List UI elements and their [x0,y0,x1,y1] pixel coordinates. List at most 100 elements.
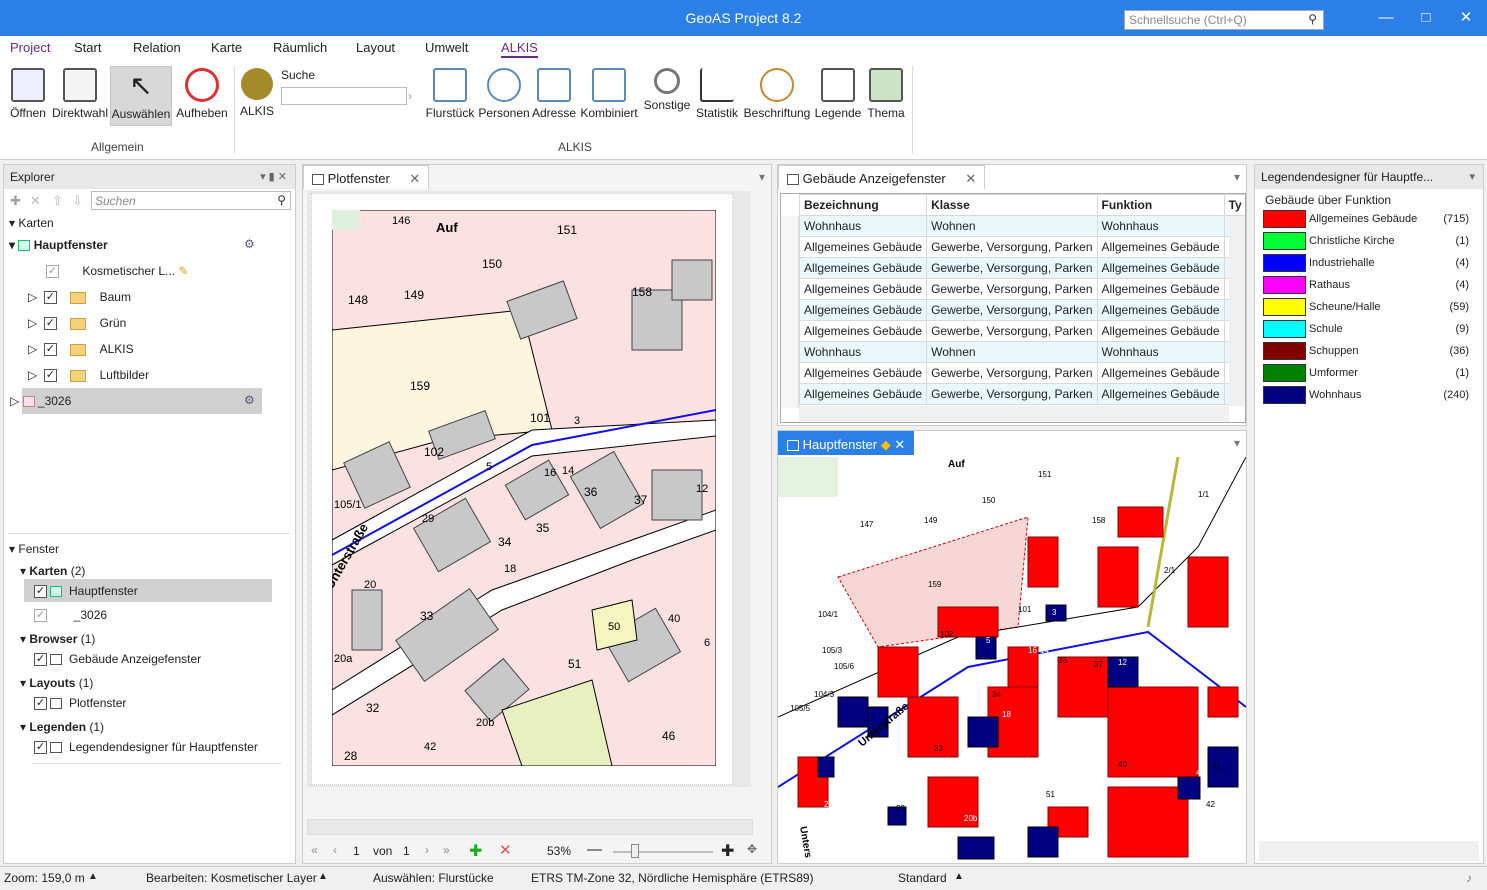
tab-gebaeude-anzeigefenster[interactable]: Gebäude Anzeigefenster ✕ [778,165,986,189]
group-layouts[interactable]: ▾ Layouts (1) [20,673,93,693]
plot-canvas[interactable]: 146 151 150 149 148 158 159 101 3 102 5 … [307,191,751,787]
status-mode[interactable]: Standard [898,871,947,885]
zoom-slider[interactable] [613,851,713,853]
statistik-button[interactable]: Statistik [694,66,740,126]
layer-checkbox[interactable]: ✓ [43,317,57,331]
legend-item[interactable]: Rathaus (4) [1263,275,1469,295]
map-settings-icon[interactable]: ⚙ [244,393,255,407]
table-cell[interactable]: Allgemeines Gebäude [1096,362,1225,384]
window-item-legende[interactable]: ✓ Legendendesigner für Hauptfenster [34,737,258,757]
layer-checkbox[interactable]: ✓ [43,343,57,357]
beschriftung-button[interactable]: Beschriftung [742,66,812,126]
table-cell[interactable]: Wohnhaus [798,341,928,363]
tab-project[interactable]: Project [10,40,50,55]
legend-item[interactable]: Schule (9) [1263,319,1469,339]
first-page-icon[interactable]: « [311,843,318,857]
table-row[interactable]: Allgemeines Gebäude Gewerbe, Versorgung, … [798,236,1245,258]
tree-hauptfenster[interactable]: ▾ Hauptfenster [9,235,108,255]
group-legenden[interactable]: ▾ Legenden (1) [20,717,104,737]
table-cell[interactable]: Wohnhaus [798,215,928,237]
table-row[interactable]: Allgemeines Gebäude Gewerbe, Versorgung, … [798,299,1245,321]
personen-button[interactable]: Personen [478,66,530,126]
table-row[interactable]: Allgemeines Gebäude Gewerbe, Versorgung, … [798,320,1245,342]
auswaehlen-button[interactable]: ↖ Auswählen [110,66,172,126]
close-tab-icon[interactable]: ✕ [894,437,905,452]
group-browser[interactable]: ▾ Browser (1) [20,629,95,649]
tab-umwelt[interactable]: Umwelt [425,40,468,55]
tree-layer-luftbilder[interactable]: ▷ ✓ Luftbilder [28,365,149,385]
column-header[interactable]: Ty [1223,194,1245,216]
tab-raeumlich[interactable]: Räumlich [273,40,327,55]
table-cell[interactable]: Wohnhaus [1096,341,1225,363]
legende-button[interactable]: Legende [814,66,862,126]
arrow-up-icon[interactable]: ⇧ [52,193,63,209]
tree-fenster[interactable]: ▾ Fenster [9,539,59,559]
group-karten[interactable]: ▾ Karten (2) [20,561,85,581]
main-map[interactable]: 151 150 149 147 158 159 104/1 105/3 105/… [778,457,1246,863]
tab-karte[interactable]: Karte [211,40,242,55]
table-cell[interactable]: Wohnen [926,215,1098,237]
chevron-down-icon[interactable]: ▾ [759,170,765,184]
chevron-up-icon[interactable]: ▲ [88,871,98,882]
alkis-button[interactable]: ALKIS [238,66,276,126]
window-checkbox[interactable]: ✓ [34,653,47,667]
chevron-down-icon[interactable]: ▾ [1469,170,1475,183]
explorer-search-input[interactable]: Suchen ⚲ [91,191,291,210]
table-row[interactable]: Allgemeines Gebäude Gewerbe, Versorgung, … [798,383,1245,405]
tree-layer-gruen[interactable]: ▷ ✓ Grün [28,313,126,333]
table-cell[interactable]: Allgemeines Gebäude [1096,299,1225,321]
horizontal-scrollbar[interactable] [799,406,1229,422]
window-checkbox[interactable]: ✓ [34,741,47,755]
table-cell[interactable]: Gewerbe, Versorgung, Parken [926,299,1098,321]
aufheben-button[interactable]: Aufheben [174,66,230,126]
add-page-icon[interactable]: ✚ [469,841,482,861]
table-row[interactable]: WohnhausWohnenWohnhausGe [798,341,1245,363]
table-cell[interactable]: Allgemeines Gebäude [798,383,928,405]
minimize-icon[interactable]: — [1376,8,1396,28]
tab-plotfenster[interactable]: Plotfenster ✕ [303,165,430,189]
close-icon[interactable]: ✕ [1456,8,1476,28]
next-page-icon[interactable]: › [425,843,429,857]
window-item-gebaeude[interactable]: ✓ Gebäude Anzeigefenster [34,649,201,669]
kombiniert-button[interactable]: Kombiniert [578,66,640,126]
table-cell[interactable]: Gewerbe, Versorgung, Parken [926,278,1098,300]
panel-pin-icon[interactable]: ▾ ▮ ✕ [260,170,287,183]
layer-checkbox[interactable]: ✓ [43,369,57,383]
table-cell[interactable]: Allgemeines Gebäude [1096,320,1225,342]
tree-layer-kosmetisch[interactable]: ✓ Kosmetischer L... ✎ [46,261,188,281]
chevron-down-icon[interactable]: ▾ [1234,170,1240,184]
table-row[interactable]: Allgemeines Gebäude Gewerbe, Versorgung, … [798,278,1245,300]
table-cell[interactable]: Allgemeines Gebäude [1096,383,1225,405]
tree-layer-baum[interactable]: ▷ ✓ Baum [28,287,131,307]
maximize-icon[interactable]: □ [1416,8,1436,28]
table-cell[interactable]: Gewerbe, Versorgung, Parken [926,383,1098,405]
tab-hauptfenster[interactable]: Hauptfenster ◆ ✕ [778,431,915,455]
tree-map-3026[interactable]: ▷ _3026 [10,391,71,411]
tab-start[interactable]: Start [74,40,101,55]
close-tab-icon[interactable]: ✕ [965,171,976,186]
tab-alkis[interactable]: ALKIS [501,40,538,58]
delete-page-icon[interactable]: ✕ [499,841,512,859]
legend-item[interactable]: Wohnhaus (240) [1263,385,1469,405]
zoom-slider-thumb[interactable] [631,844,639,858]
legend-item[interactable]: Industriehalle (4) [1263,253,1469,273]
window-item-3026[interactable]: ✓ _3026 [34,605,107,625]
status-edit[interactable]: Bearbeiten: Kosmetischer Layer [146,871,317,885]
table-cell[interactable]: Allgemeines Gebäude [798,278,928,300]
table-cell[interactable]: Allgemeines Gebäude [798,362,928,384]
chevron-down-icon[interactable]: ▾ [1234,436,1240,450]
table-cell[interactable]: Wohnen [926,341,1098,363]
direktwahl-button[interactable]: Direktwahl [50,66,110,126]
add-icon[interactable]: ✚ [10,193,21,209]
legend-item[interactable]: Christliche Kirche (1) [1263,231,1469,251]
page-number[interactable]: 1 [353,844,360,858]
layer-checkbox[interactable]: ✓ [46,265,59,279]
legend-item[interactable]: Umformer (1) [1263,363,1469,383]
tree-karten[interactable]: ▾ Karten [9,213,54,233]
table-cell[interactable]: Gewerbe, Versorgung, Parken [926,236,1098,258]
column-header[interactable]: Funktion [1096,194,1225,216]
window-checkbox[interactable]: ✓ [34,697,47,711]
last-page-icon[interactable]: » [443,843,450,857]
edit-pencil-icon[interactable]: ✎ [178,264,188,278]
zoom-out-icon[interactable]: — [587,841,602,858]
